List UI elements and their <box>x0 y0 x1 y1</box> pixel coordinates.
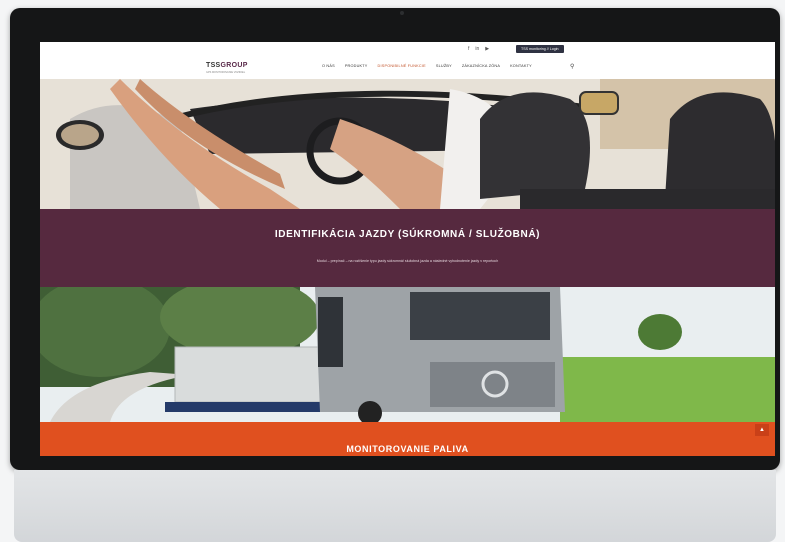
youtube-icon[interactable]: ▶ <box>485 46 489 52</box>
monitor-chin <box>14 470 776 542</box>
site-logo[interactable]: TSSGROUP <box>206 62 248 69</box>
hero-image-car <box>40 79 775 209</box>
hero-image-truck <box>40 287 775 422</box>
menu-item-funkcie[interactable]: DISPONIBILNÉ FUNKCIE <box>378 64 426 68</box>
site-header: TSSGROUP GPS MONITOROVANIE VOZIDIEL f in… <box>40 42 775 79</box>
camera-dot <box>400 11 404 15</box>
login-button[interactable]: TSS monitoring // Login <box>516 45 564 53</box>
car-illustration <box>40 79 775 209</box>
identification-section: IDENTIFIKÁCIA JAZDY (SÚKROMNÁ / SLUŽOBNÁ… <box>40 209 775 287</box>
truck-illustration <box>40 287 775 422</box>
search-icon[interactable]: ⚲ <box>570 63 574 70</box>
menu-item-kontakty[interactable]: KONTAKTY <box>510 64 532 68</box>
identification-text: Modul – prepínač – na rozlíšenie typu ja… <box>316 259 499 263</box>
fuel-section: MONITOROVANIE PALIVA ▲ <box>40 422 775 456</box>
logo-main: TSS <box>206 62 221 69</box>
social-links: f in ▶ <box>468 46 489 52</box>
facebook-icon[interactable]: f <box>468 46 469 52</box>
main-menu: O NÁS PRODUKTY DISPONIBILNÉ FUNKCIE SLUŽ… <box>322 64 532 68</box>
menu-item-o-nas[interactable]: O NÁS <box>322 64 335 68</box>
identification-title: IDENTIFIKÁCIA JAZDY (SÚKROMNÁ / SLUŽOBNÁ… <box>274 229 541 240</box>
website-screen: TSSGROUP GPS MONITOROVANIE VOZIDIEL f in… <box>40 42 775 456</box>
scroll-top-button[interactable]: ▲ <box>755 424 769 436</box>
linkedin-icon[interactable]: in <box>475 46 479 52</box>
fuel-title: MONITOROVANIE PALIVA <box>346 444 469 454</box>
monitor-bezel: TSSGROUP GPS MONITOROVANIE VOZIDIEL f in… <box>10 8 780 470</box>
logo-rest: GROUP <box>220 62 248 69</box>
menu-item-produkty[interactable]: PRODUKTY <box>345 64 368 68</box>
menu-item-sluzby[interactable]: SLUŽBY <box>436 64 452 68</box>
logo-tagline: GPS MONITOROVANIE VOZIDIEL <box>206 71 246 74</box>
menu-item-zakaznicka-zona[interactable]: ZÁKAZNÍCKA ZÓNA <box>462 64 500 68</box>
